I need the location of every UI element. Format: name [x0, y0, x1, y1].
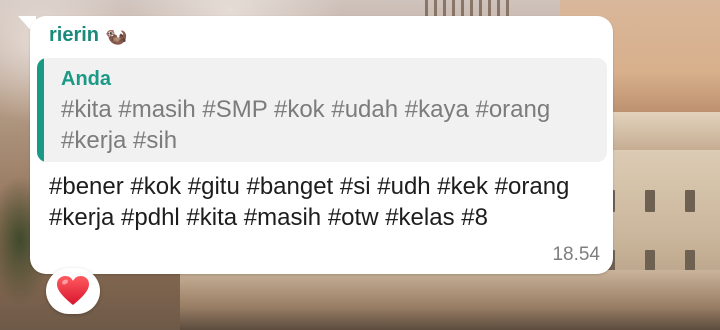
incoming-message-bubble[interactable]: rierin 🦦 Anda #kita #masih #SMP #kok #ud…: [30, 16, 613, 274]
message-text: #bener #kok #gitu #banget #si #udh #kek …: [49, 173, 570, 231]
quoted-message[interactable]: Anda #kita #masih #SMP #kok #udah #kaya …: [37, 58, 607, 162]
heart-icon: [57, 276, 89, 305]
wallpaper-tower: [425, 0, 515, 16]
sender-name[interactable]: rierin 🦦: [49, 24, 127, 47]
sender-name-text: rierin: [49, 24, 100, 46]
quoted-author: Anda: [61, 68, 111, 90]
quoted-text: #kita #masih #SMP #kok #udah #kaya #oran…: [61, 96, 551, 154]
quote-accent-bar: [37, 58, 44, 162]
wallpaper-rooftops: [180, 270, 720, 330]
sender-emoji: 🦦: [105, 25, 128, 46]
reaction-badge[interactable]: [46, 268, 100, 314]
message-time: 18.54: [552, 244, 600, 265]
